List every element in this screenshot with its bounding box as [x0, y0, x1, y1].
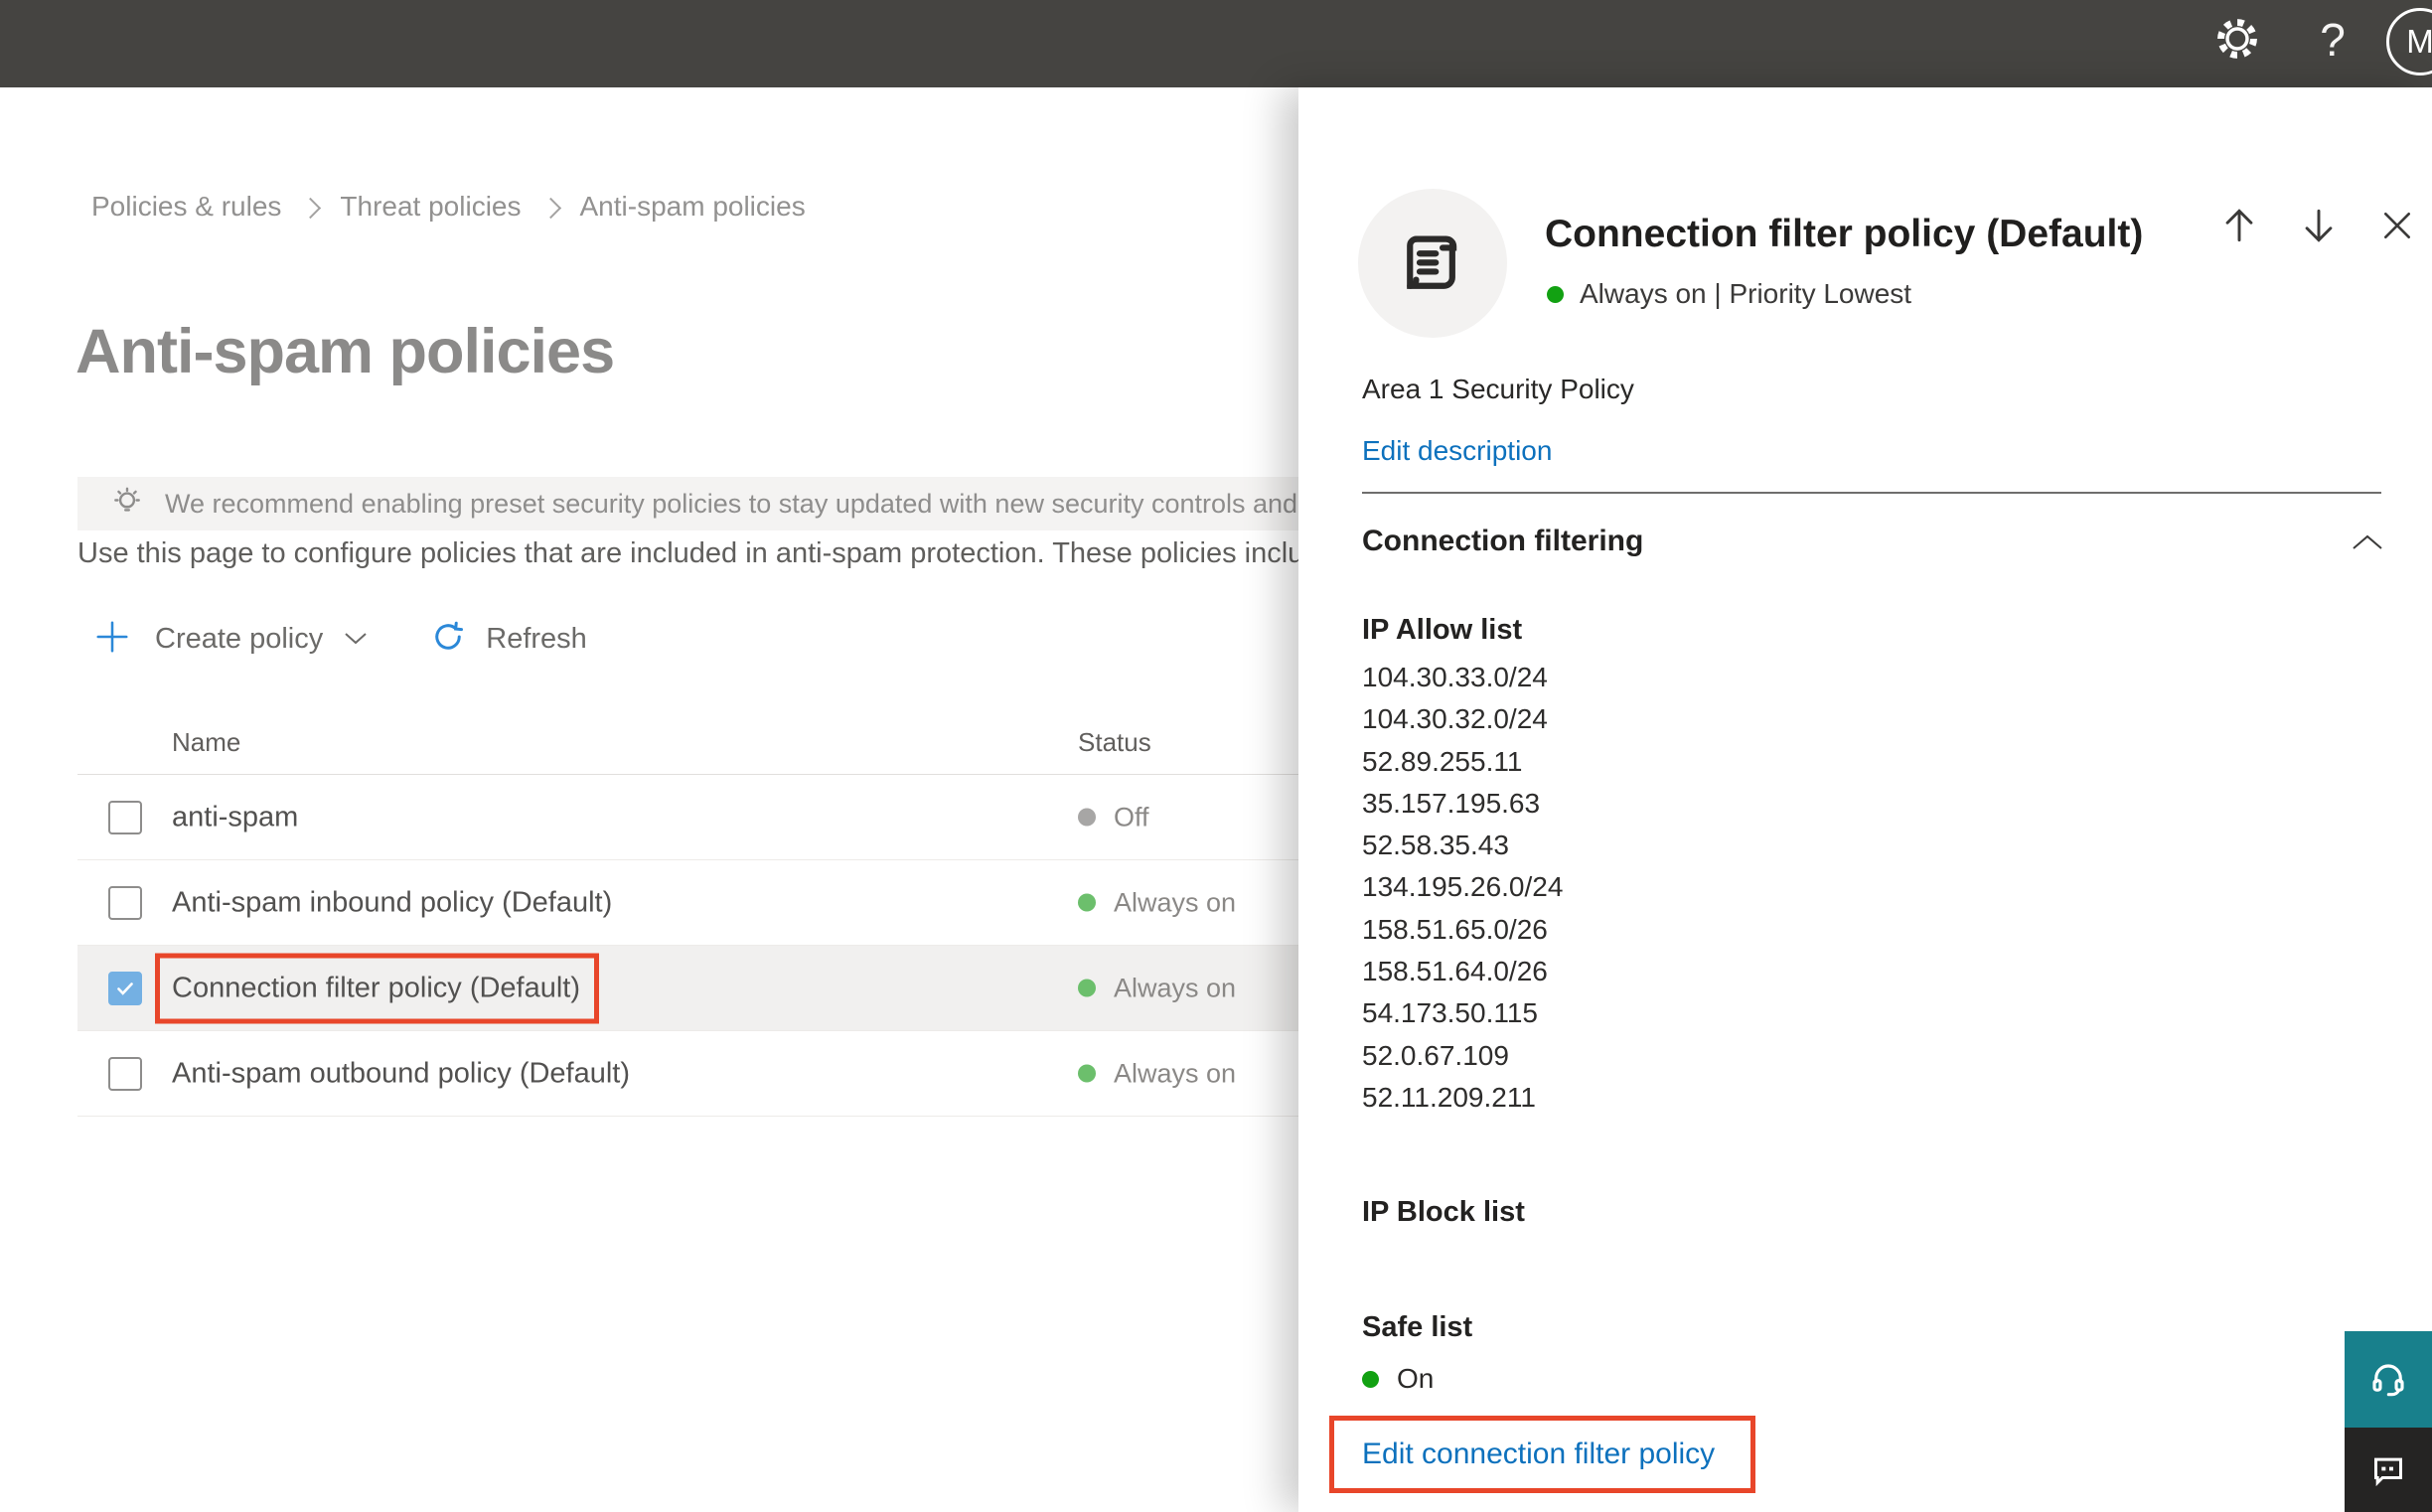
next-item-button[interactable] — [2296, 203, 2342, 248]
policy-details-flyout: Connection filter policy (Default) Alway… — [1298, 87, 2432, 1512]
row-checkbox[interactable] — [108, 886, 142, 920]
edit-description-link[interactable]: Edit description — [1362, 435, 1552, 467]
status-label: Always on — [1114, 887, 1237, 917]
ip-entry: 52.0.67.109 — [1362, 1039, 1509, 1071]
status-dot-green — [1078, 1064, 1096, 1083]
ip-entry: 52.11.209.211 — [1362, 1081, 1536, 1113]
ip-entry: 104.30.33.0/24 — [1362, 662, 1548, 692]
support-button[interactable] — [2345, 1331, 2432, 1428]
chevron-right-icon — [539, 197, 561, 219]
ip-entry: 158.51.65.0/26 — [1362, 913, 1548, 945]
section-title-connection-filtering: Connection filtering — [1362, 525, 1644, 557]
status-cell: Always on — [1078, 973, 1236, 1003]
collapse-section-button[interactable] — [2350, 530, 2385, 559]
page-title: Anti-spam policies — [76, 317, 615, 386]
help-button[interactable]: ? — [2307, 12, 2358, 68]
lightbulb-icon — [109, 484, 145, 525]
ip-entry: 54.173.50.115 — [1362, 997, 1538, 1029]
column-header-status[interactable]: Status — [1078, 727, 1151, 758]
gear-icon — [2214, 16, 2260, 67]
status-label: Always on — [1114, 1058, 1237, 1088]
ip-allow-list: 104.30.33.0/24 104.30.32.0/24 52.89.255.… — [1362, 657, 1563, 1119]
headset-icon — [2372, 1363, 2404, 1396]
ip-entry: 52.89.255.11 — [1362, 745, 1523, 777]
edit-connection-filter-highlight-box: Edit connection filter policy — [1329, 1416, 1756, 1493]
ip-allow-list-label: IP Allow list — [1362, 614, 1523, 646]
status-dot-green — [1078, 893, 1096, 912]
account-avatar[interactable]: M — [2386, 8, 2432, 76]
status-dot-gray — [1078, 808, 1096, 827]
chat-icon — [2374, 1457, 2402, 1486]
status-dot-green — [1547, 285, 1564, 303]
scroll-icon — [1407, 235, 1457, 289]
flyout-status: Always on | Priority Lowest — [1547, 278, 1911, 310]
table-row-outbound-policy[interactable]: Anti-spam outbound policy (Default) Alwa… — [77, 1031, 1359, 1117]
flyout-status-text: Always on | Priority Lowest — [1580, 278, 1912, 309]
breadcrumb: Policies & rules Threat policies Anti-sp… — [91, 191, 806, 223]
status-cell: Off — [1078, 802, 1149, 832]
chevron-down-icon — [343, 630, 369, 653]
safe-list-label: Safe list — [1362, 1311, 1473, 1343]
status-label: Always on — [1114, 973, 1237, 1002]
table-row-connection-filter[interactable]: Connection filter policy (Default) Alway… — [77, 946, 1359, 1031]
ip-entry: 158.51.64.0/26 — [1362, 956, 1548, 987]
status-label: Off — [1114, 802, 1149, 832]
breadcrumb-anti-spam-policies[interactable]: Anti-spam policies — [580, 191, 806, 223]
breadcrumb-threat-policies[interactable]: Threat policies — [340, 191, 521, 223]
ip-entry: 35.157.195.63 — [1362, 787, 1541, 819]
column-header-name[interactable]: Name — [172, 727, 240, 758]
refresh-button[interactable]: Refresh — [430, 619, 587, 660]
close-icon — [2384, 213, 2410, 238]
flyout-title: Connection filter policy (Default) — [1545, 213, 2144, 255]
status-cell: Always on — [1078, 1058, 1236, 1089]
edit-connection-filter-policy-link[interactable]: Edit connection filter policy — [1362, 1437, 1715, 1470]
settings-button[interactable] — [2211, 15, 2263, 67]
row-checkbox[interactable] — [108, 801, 142, 834]
close-flyout-button[interactable] — [2374, 203, 2420, 248]
feedback-button[interactable] — [2345, 1428, 2432, 1512]
safe-list-value: On — [1397, 1363, 1435, 1394]
toolbar: Create policy Refresh — [93, 610, 587, 668]
checkmark-icon — [117, 983, 133, 995]
policy-name[interactable]: Anti-spam inbound policy (Default) — [172, 886, 612, 919]
safe-list-status: On — [1362, 1363, 1434, 1395]
policy-name[interactable]: anti-spam — [172, 801, 298, 833]
row-checkbox-checked[interactable] — [108, 972, 142, 1005]
ip-block-list-label: IP Block list — [1362, 1196, 1525, 1228]
create-policy-label: Create policy — [155, 622, 324, 655]
table-row-inbound-policy[interactable]: Anti-spam inbound policy (Default) Alway… — [77, 860, 1359, 946]
ip-entry: 52.58.35.43 — [1362, 830, 1509, 861]
breadcrumb-policies-rules[interactable]: Policies & rules — [91, 191, 281, 223]
policy-name[interactable]: Anti-spam outbound policy (Default) — [172, 1057, 630, 1090]
row-checkbox[interactable] — [108, 1057, 142, 1091]
top-bar: ? M — [0, 0, 2432, 87]
arrow-up-icon — [2225, 209, 2253, 242]
refresh-icon — [430, 619, 466, 660]
policy-table: anti-spam Off Anti-spam inbound policy (… — [77, 775, 1359, 1117]
table-header: Name Status — [77, 713, 1359, 775]
policy-name-highlighted[interactable]: Connection filter policy (Default) — [155, 953, 600, 1023]
app-root: ? M Policies & rules Threat policies Ant… — [0, 0, 2432, 1512]
ip-entry: 104.30.32.0/24 — [1362, 703, 1548, 735]
avatar-initial: M — [2406, 23, 2432, 60]
status-cell: Always on — [1078, 887, 1236, 918]
plus-icon — [93, 618, 131, 661]
refresh-label: Refresh — [486, 622, 587, 655]
status-dot-green — [1362, 1370, 1379, 1388]
policy-icon-circle — [1358, 189, 1507, 338]
chevron-right-icon — [300, 197, 322, 219]
chevron-up-icon — [2353, 534, 2382, 549]
status-dot-green — [1078, 979, 1096, 997]
table-row-anti-spam[interactable]: anti-spam Off — [77, 775, 1359, 860]
previous-item-button[interactable] — [2216, 203, 2262, 248]
arrow-down-icon — [2305, 209, 2333, 242]
create-policy-button[interactable]: Create policy — [93, 618, 369, 661]
divider — [1362, 492, 2381, 494]
question-mark-icon: ? — [2320, 14, 2346, 66]
ip-entry: 134.195.26.0/24 — [1362, 871, 1564, 903]
policy-description: Area 1 Security Policy — [1362, 374, 1634, 404]
